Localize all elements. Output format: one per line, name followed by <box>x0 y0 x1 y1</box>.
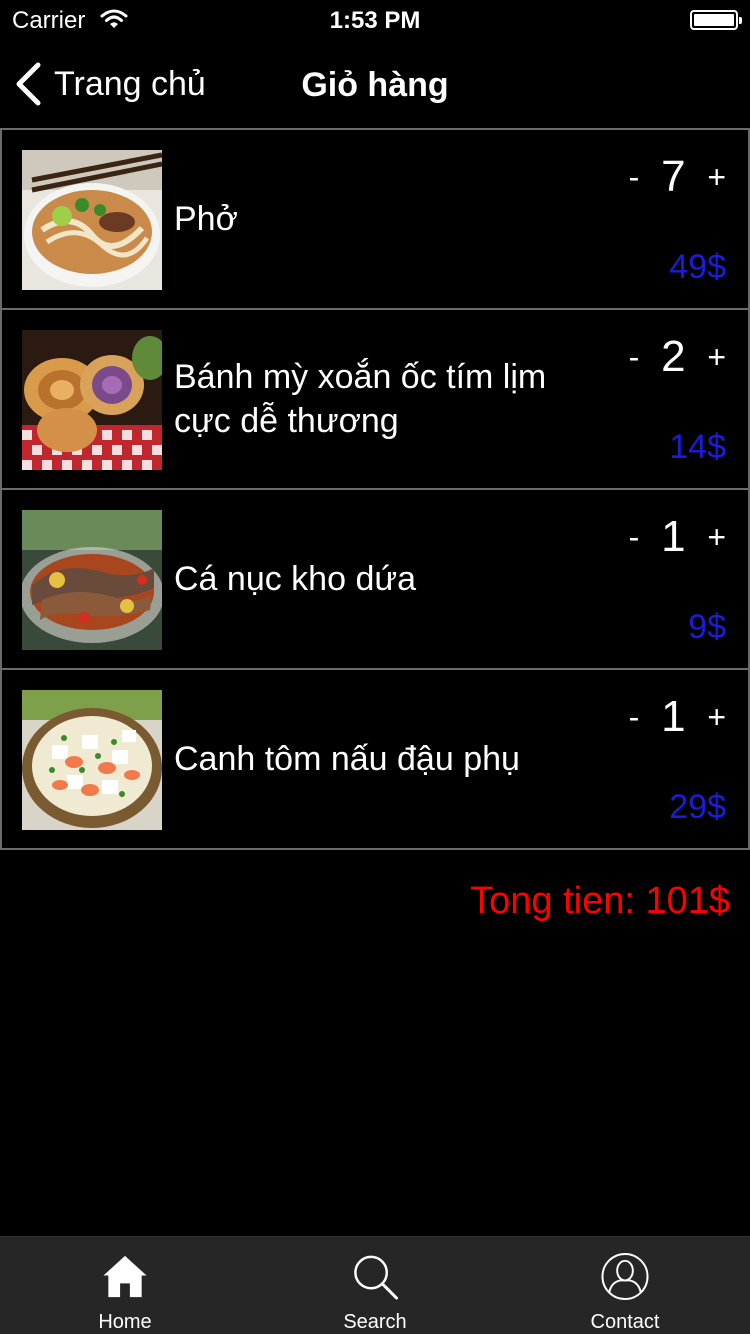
cart-total: Tong tien: 101$ <box>470 880 730 922</box>
item-price: 14$ <box>669 428 726 466</box>
item-name: Canh tôm nấu đậu phụ <box>174 740 520 778</box>
tab-contact[interactable]: Contact <box>500 1237 750 1334</box>
tab-label: Contact <box>590 1311 660 1333</box>
battery-icon <box>690 10 742 30</box>
home-icon <box>103 1255 147 1298</box>
quantity-value: 1 <box>661 512 686 561</box>
chevron-left-icon <box>16 62 41 106</box>
item-name: Phở <box>174 200 238 238</box>
tab-bar: Home Search Contact <box>0 1236 750 1334</box>
status-time: 1:53 PM <box>329 7 421 34</box>
cart-item[interactable]: Phở - 7 + 49$ <box>0 128 750 310</box>
increase-button[interactable]: + <box>707 337 726 377</box>
item-name: Cá nục kho dứa <box>174 560 417 598</box>
cart-item[interactable]: Bánh mỳ xoắn ốc tím lịm cực dễ thương - … <box>0 308 750 490</box>
item-name: Bánh mỳ xoắn ốc tím lịm cực dễ thương <box>174 358 547 440</box>
decrease-button[interactable]: - <box>629 697 640 737</box>
cart-screen: Carrier 1:53 PM Trang chủ Giỏ hàng Phở -… <box>0 0 750 1334</box>
increase-button[interactable]: + <box>707 697 726 737</box>
tab-label: Search <box>343 1311 407 1333</box>
item-price: 9$ <box>688 608 726 646</box>
shrimp-tofu-soup-image <box>22 690 162 830</box>
quantity-stepper: - 2 + <box>629 332 726 382</box>
quantity-stepper: - 1 + <box>629 512 726 562</box>
battery-level <box>694 14 734 26</box>
decrease-button[interactable]: - <box>629 337 640 377</box>
cart-item[interactable]: Canh tôm nấu đậu phụ - 1 + 29$ <box>0 668 750 850</box>
item-price: 49$ <box>669 248 726 286</box>
quantity-value: 1 <box>661 692 686 741</box>
quantity-stepper: - 7 + <box>629 152 726 202</box>
navigation-bar: Trang chủ Giỏ hàng <box>0 40 750 128</box>
decrease-button[interactable]: - <box>629 517 640 557</box>
quantity-stepper: - 1 + <box>629 692 726 742</box>
tab-search[interactable]: Search <box>250 1237 500 1334</box>
spiral-bread-image <box>22 330 162 470</box>
quantity-value: 2 <box>661 332 686 381</box>
cart-list: Phở - 7 + 49$ Bánh mỳ xoắn ốc tím lịm cự… <box>0 128 750 850</box>
pho-bowl-image <box>22 150 162 290</box>
quantity-value: 7 <box>661 152 686 201</box>
decrease-button[interactable]: - <box>629 157 640 197</box>
contact-icon <box>601 1252 649 1301</box>
braised-fish-image <box>22 510 162 650</box>
back-button[interactable]: Trang chủ <box>14 60 206 108</box>
tab-label: Home <box>98 1311 152 1333</box>
tab-home[interactable]: Home <box>0 1237 250 1334</box>
increase-button[interactable]: + <box>707 157 726 197</box>
cart-item[interactable]: Cá nục kho dứa - 1 + 9$ <box>0 488 750 670</box>
item-price: 29$ <box>669 788 726 826</box>
back-label: Trang chủ <box>54 64 206 103</box>
increase-button[interactable]: + <box>707 517 726 557</box>
status-bar: Carrier 1:53 PM <box>0 0 750 40</box>
search-icon <box>354 1255 399 1300</box>
